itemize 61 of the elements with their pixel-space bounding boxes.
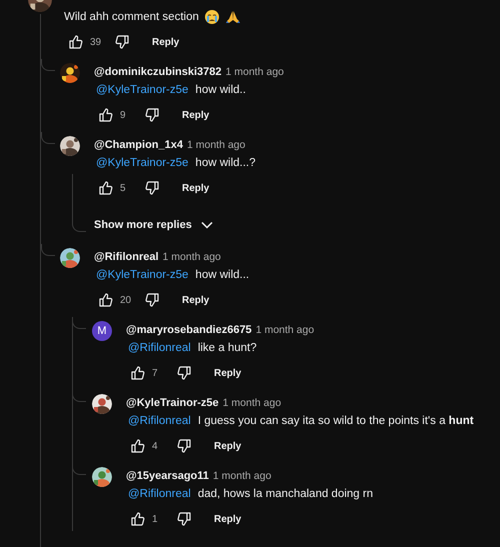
comment-text: how wild.. bbox=[195, 84, 246, 96]
like-count: 5 bbox=[119, 182, 127, 194]
thumbs-up-icon[interactable] bbox=[130, 511, 146, 527]
thumbs-up-icon[interactable] bbox=[130, 365, 146, 381]
like-count: 9 bbox=[119, 110, 127, 120]
thumbs-down-icon[interactable] bbox=[176, 511, 192, 527]
author-name[interactable]: @maryrosebandiez6675 bbox=[126, 324, 252, 336]
thumbs-up-icon[interactable] bbox=[98, 180, 114, 196]
timestamp: 1 month ago bbox=[222, 397, 282, 409]
thumbs-down-icon[interactable] bbox=[114, 34, 130, 50]
author-name[interactable]: @Rifilonreal bbox=[94, 251, 159, 263]
author-name[interactable]: @Champion_1x4 bbox=[94, 139, 183, 151]
reply-button[interactable]: Reply bbox=[176, 106, 216, 124]
avatar: M bbox=[92, 321, 112, 341]
thumbs-up-icon[interactable] bbox=[98, 107, 114, 123]
like-count: 4 bbox=[151, 440, 159, 452]
like-count: 20 bbox=[119, 294, 132, 306]
reply-button[interactable]: Reply bbox=[146, 32, 186, 52]
timestamp: 1 month ago bbox=[162, 251, 221, 263]
thumbs-down-icon[interactable] bbox=[144, 292, 160, 308]
mention-link[interactable]: @KyleTrainor-z5e bbox=[94, 157, 190, 169]
reply-button[interactable]: Reply bbox=[208, 436, 248, 456]
author-name[interactable]: @dominikczubinski3782 bbox=[94, 66, 222, 78]
crying-face-icon[interactable] bbox=[204, 9, 220, 25]
reply-button[interactable]: Reply bbox=[176, 178, 216, 198]
reply-button[interactable]: Reply bbox=[208, 364, 248, 382]
author-name[interactable]: @15yearsago11 bbox=[126, 470, 209, 482]
author-name[interactable]: @KyleTrainor-z5e bbox=[126, 397, 219, 409]
thumbs-up-icon[interactable] bbox=[130, 438, 146, 454]
thumbs-up-icon[interactable] bbox=[98, 292, 114, 308]
mention-link[interactable]: @KyleTrainor-z5e bbox=[94, 84, 190, 96]
like-count: 1 bbox=[151, 514, 159, 524]
thumbs-down-icon[interactable] bbox=[176, 365, 192, 381]
timestamp: 1 month ago bbox=[212, 470, 272, 482]
thumbs-up-icon[interactable] bbox=[68, 34, 84, 50]
comment-text: dad, hows la manchaland doing rn bbox=[198, 488, 373, 500]
connector-line bbox=[41, 59, 55, 71]
timestamp: 1 month ago bbox=[226, 66, 284, 78]
comment-text: Wild ahh comment section bbox=[64, 11, 199, 23]
comment-text: like a hunt? bbox=[198, 342, 257, 354]
connector-line bbox=[41, 132, 55, 144]
connector-line bbox=[41, 244, 55, 256]
reply-button[interactable]: Reply bbox=[208, 510, 248, 528]
comment-text: I guess you can say ita so wild to the points it's a hunt bbox=[198, 415, 474, 427]
comment-text: how wild...? bbox=[195, 157, 256, 169]
thumbs-down-icon[interactable] bbox=[144, 180, 160, 196]
connector-line bbox=[72, 174, 86, 232]
reply-button[interactable]: Reply bbox=[176, 290, 216, 310]
comment-text: how wild... bbox=[195, 269, 250, 281]
like-count: 39 bbox=[89, 36, 102, 48]
mention-link[interactable]: @Rifilonreal bbox=[126, 415, 193, 427]
praying-hands-icon[interactable] bbox=[224, 9, 241, 25]
mention-link[interactable]: @KyleTrainor-z5e bbox=[94, 269, 190, 281]
timestamp: 1 month ago bbox=[186, 139, 246, 151]
mention-link[interactable]: @Rifilonreal bbox=[126, 342, 193, 354]
thumbs-down-icon[interactable] bbox=[176, 438, 192, 454]
timestamp: 1 month ago bbox=[256, 324, 314, 336]
show-more-replies-button[interactable]: Show more replies bbox=[88, 214, 220, 236]
thumbs-down-icon[interactable] bbox=[144, 107, 160, 123]
like-count: 7 bbox=[151, 368, 159, 378]
mention-link[interactable]: @Rifilonreal bbox=[126, 488, 193, 500]
